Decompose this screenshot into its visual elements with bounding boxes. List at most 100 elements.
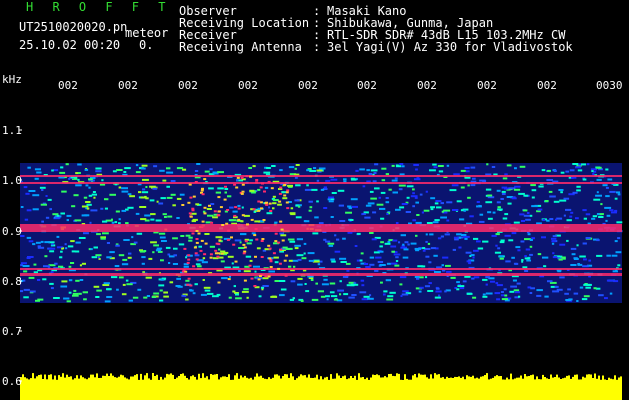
noise-speck bbox=[465, 251, 472, 254]
noise-speck bbox=[279, 294, 285, 297]
noise-speck bbox=[203, 286, 211, 289]
noise-speck bbox=[536, 289, 543, 292]
noise-speck bbox=[45, 195, 48, 197]
noise-speck bbox=[41, 220, 44, 223]
level-spike bbox=[298, 376, 300, 382]
level-spike bbox=[426, 377, 428, 382]
level-spike bbox=[210, 374, 212, 382]
noise-speck bbox=[272, 199, 279, 202]
noise-speck bbox=[394, 264, 400, 267]
noise-speck bbox=[88, 194, 93, 197]
noise-speck bbox=[428, 282, 432, 285]
noise-speck bbox=[414, 178, 421, 181]
noise-speck bbox=[551, 237, 557, 240]
noise-speck bbox=[106, 296, 113, 298]
noise-speck bbox=[612, 270, 618, 273]
noise-speck bbox=[446, 164, 450, 167]
antenna-value: 3el Yagi(V) Az 330 for Vladivostok bbox=[327, 40, 573, 54]
noise-speck bbox=[522, 209, 528, 212]
noise-speck bbox=[249, 239, 253, 242]
noise-speck bbox=[231, 262, 234, 265]
meteor-echo bbox=[242, 243, 246, 246]
noise-speck bbox=[254, 270, 257, 273]
noise-speck bbox=[150, 241, 157, 244]
noise-speck bbox=[359, 168, 365, 171]
noise-speck bbox=[502, 177, 508, 180]
noise-speck bbox=[542, 256, 549, 259]
noise-speck bbox=[524, 257, 530, 260]
level-spike bbox=[104, 375, 106, 382]
level-spike bbox=[26, 378, 28, 382]
noise-speck bbox=[531, 237, 535, 240]
noise-speck bbox=[565, 208, 572, 211]
noise-speck bbox=[349, 219, 354, 221]
level-spike bbox=[98, 378, 100, 382]
meteor-echo bbox=[281, 239, 285, 242]
noise-speck bbox=[413, 164, 419, 166]
level-spike bbox=[490, 378, 492, 382]
noise-speck bbox=[359, 291, 367, 294]
level-spike bbox=[188, 379, 190, 382]
noise-speck bbox=[131, 236, 134, 239]
level-spike bbox=[524, 374, 526, 382]
noise-speck bbox=[195, 263, 201, 266]
noise-speck bbox=[194, 170, 199, 172]
noise-speck bbox=[151, 296, 157, 298]
meteor-echo bbox=[183, 247, 187, 250]
noise-speck bbox=[485, 283, 488, 286]
noise-speck bbox=[500, 291, 504, 293]
noise-speck bbox=[452, 248, 456, 251]
level-spike bbox=[494, 376, 496, 382]
meteor-echo bbox=[201, 193, 205, 196]
noise-speck bbox=[160, 259, 164, 262]
level-spike bbox=[198, 373, 200, 382]
noise-speck bbox=[387, 241, 391, 243]
noise-speck bbox=[89, 221, 92, 224]
level-spike bbox=[316, 374, 318, 382]
noise-speck bbox=[118, 276, 124, 279]
noise-speck bbox=[560, 191, 563, 194]
noise-speck bbox=[91, 193, 97, 196]
noise-speck bbox=[61, 280, 68, 283]
noise-speck bbox=[70, 240, 75, 243]
noise-speck bbox=[437, 237, 442, 240]
level-spike bbox=[476, 377, 478, 382]
noise-speck bbox=[32, 194, 40, 197]
noise-speck bbox=[401, 293, 409, 296]
level-spike bbox=[332, 378, 334, 382]
noise-speck bbox=[526, 259, 531, 262]
noise-speck bbox=[368, 173, 373, 175]
meteor-echo bbox=[217, 196, 221, 199]
meteor-echo bbox=[195, 258, 199, 261]
noise-speck bbox=[569, 169, 575, 172]
noise-speck bbox=[116, 169, 123, 171]
noise-speck bbox=[155, 219, 162, 222]
noise-speck bbox=[262, 277, 269, 280]
noise-speck bbox=[386, 298, 394, 301]
level-spike bbox=[92, 374, 94, 382]
noise-speck bbox=[206, 208, 212, 210]
noise-speck bbox=[111, 218, 113, 221]
noise-speck bbox=[201, 261, 208, 264]
noise-speck bbox=[441, 264, 444, 267]
noise-speck bbox=[614, 209, 618, 212]
noise-speck bbox=[215, 191, 221, 194]
noise-speck bbox=[287, 238, 295, 241]
meteor-echo bbox=[243, 246, 247, 249]
level-spike bbox=[616, 379, 618, 382]
level-spike bbox=[588, 374, 590, 382]
level-spike bbox=[78, 378, 80, 382]
noise-speck bbox=[389, 291, 396, 294]
noise-speck bbox=[468, 262, 472, 265]
y-tick-label: 1.1 bbox=[2, 124, 22, 137]
noise-speck bbox=[208, 187, 214, 190]
level-spike bbox=[136, 374, 138, 382]
meteor-echo bbox=[277, 241, 281, 244]
noise-speck bbox=[381, 167, 387, 170]
meteor-echo bbox=[200, 239, 204, 242]
meteor-echo bbox=[192, 265, 196, 268]
noise-speck bbox=[172, 204, 176, 207]
noise-speck bbox=[234, 239, 242, 242]
noise-speck bbox=[428, 261, 432, 264]
noise-speck bbox=[308, 259, 315, 262]
